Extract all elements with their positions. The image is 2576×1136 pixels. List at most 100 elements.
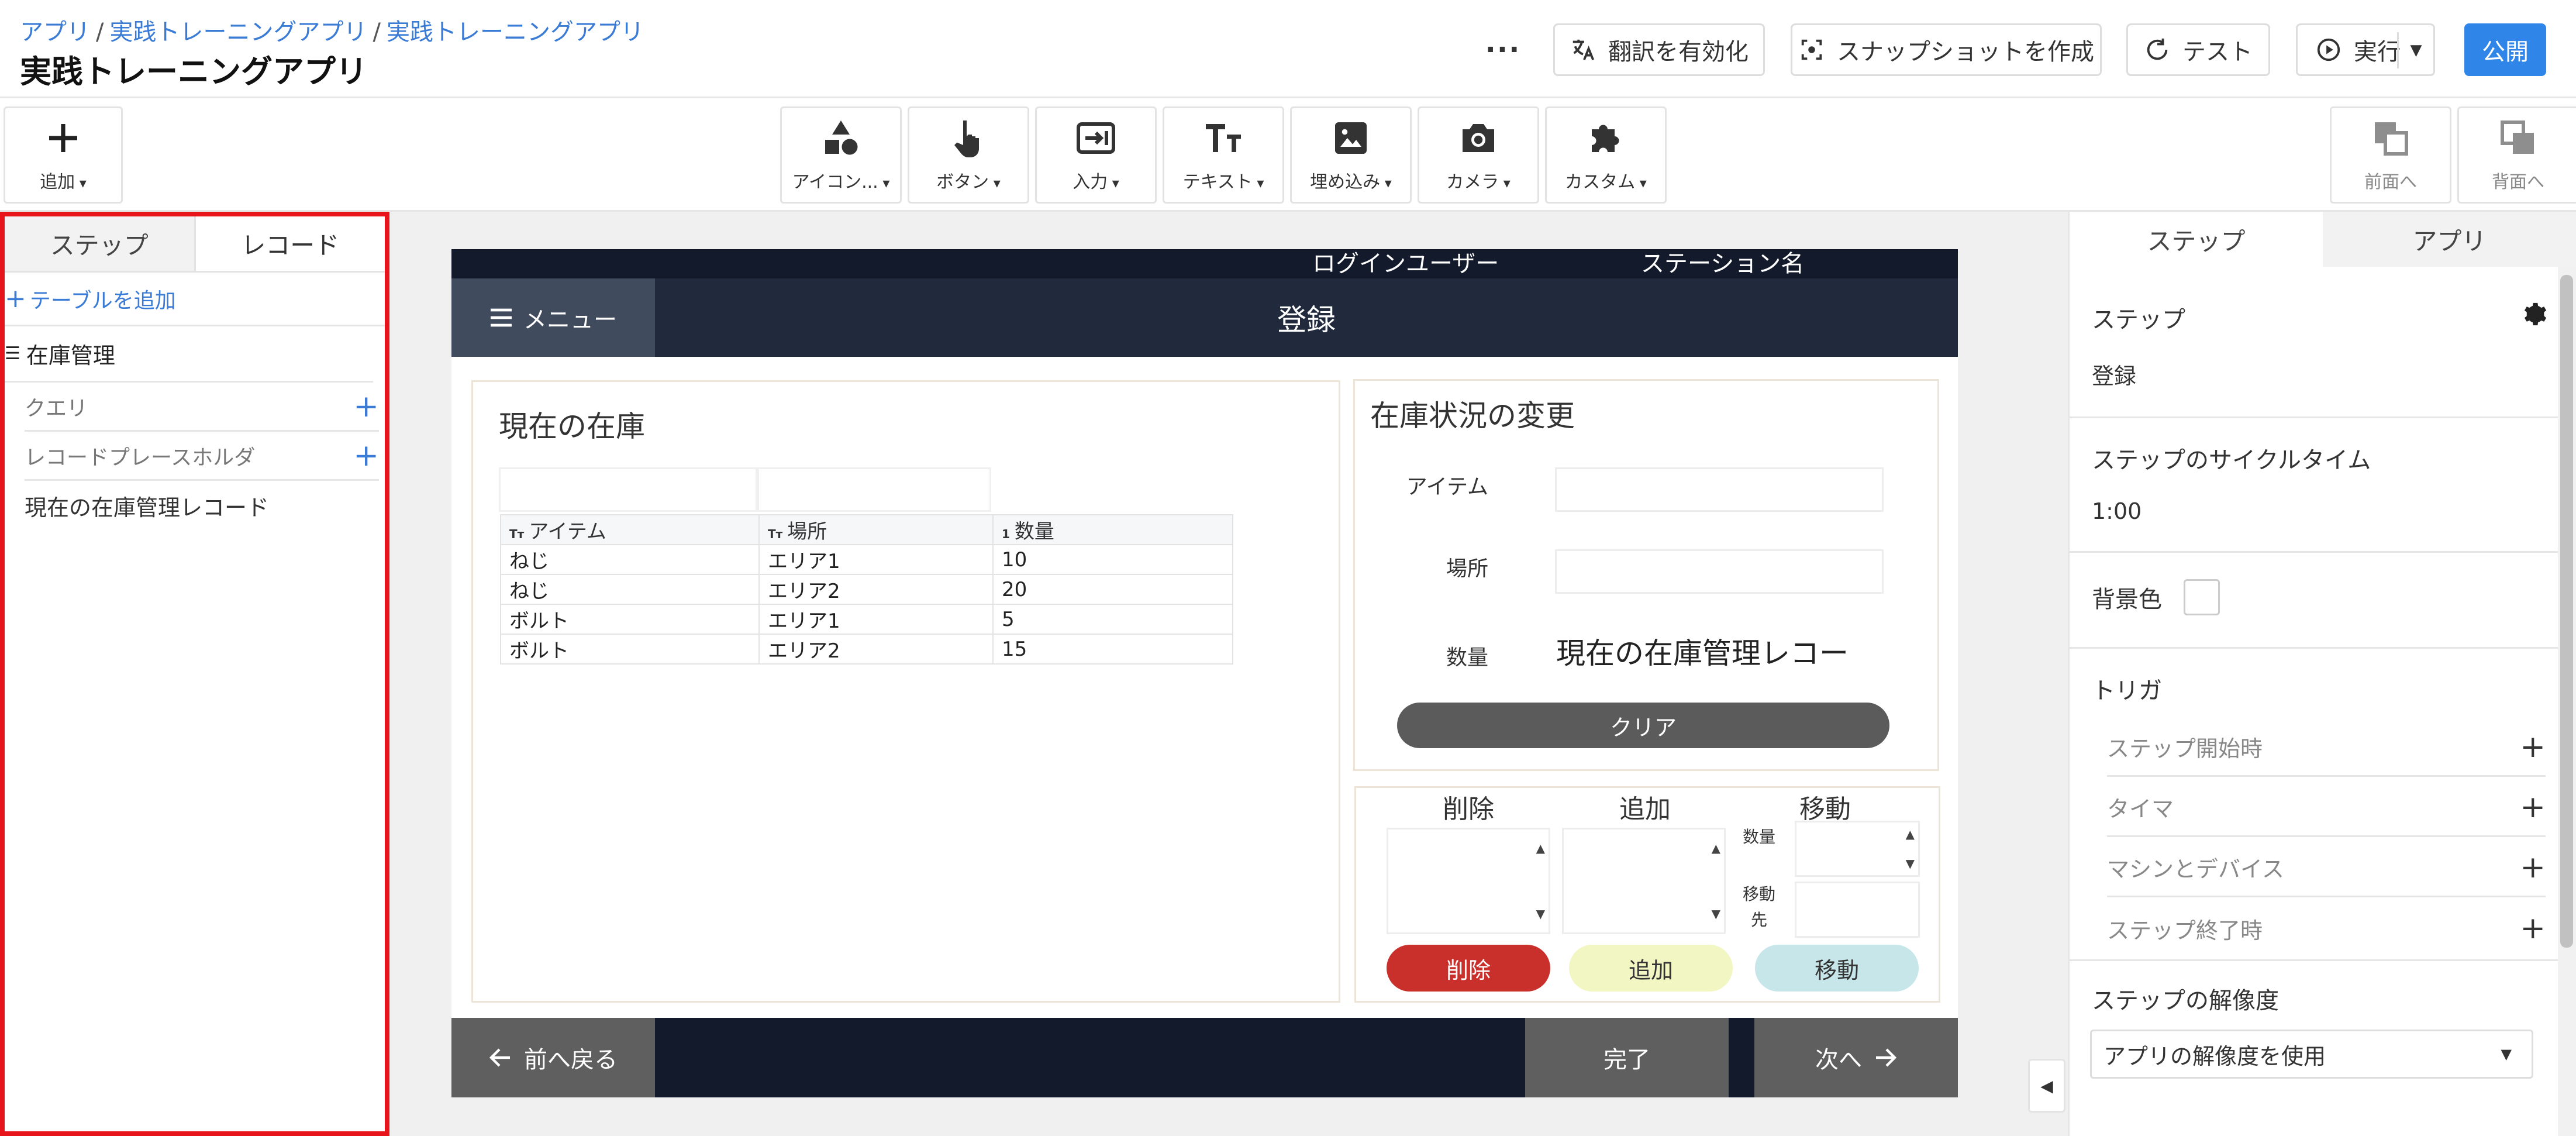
column-header-location[interactable]: Tт 場所	[758, 514, 994, 545]
background-color-swatch[interactable]	[2184, 579, 2220, 615]
move-destination-input[interactable]	[1795, 882, 1920, 938]
trigger-machines-devices[interactable]: マシンとデバイス +	[2107, 839, 2546, 897]
add-quantity-stepper[interactable]: ▲ ▼	[1562, 828, 1726, 934]
trigger-step-end[interactable]: ステップ終了時 +	[2107, 899, 2546, 958]
clear-button[interactable]: クリア	[1397, 703, 1889, 748]
step-name-value[interactable]: 登録	[2092, 358, 2548, 390]
chevron-left-icon: ◀	[2040, 1076, 2053, 1096]
actions-card: 削除 追加 移動 ▲ ▼ ▲ ▼ 数量 ▲ ▼ 移動先 削除 追加 移動	[1354, 786, 1940, 1003]
left-panel-records: ステップ レコード + テーブルを追加 ☰ 在庫管理 クエリ + レコードプレー…	[0, 212, 389, 1136]
send-to-back-button[interactable]: 背面へ	[2457, 106, 2576, 204]
table-row[interactable]: ボルト エリア1 5	[500, 604, 1233, 635]
breadcrumb-item-app-version[interactable]: 実践トレーニングアプリ	[387, 19, 644, 46]
add-step-button[interactable]: 追加	[4, 106, 123, 204]
breadcrumb-item-app[interactable]: 実践トレーニングアプリ	[109, 19, 367, 46]
table-item[interactable]: ☰ 在庫管理	[5, 326, 373, 383]
publish-button[interactable]: 公開	[2464, 23, 2546, 76]
snapshot-icon	[1801, 39, 1822, 60]
input-icon	[1077, 122, 1115, 154]
add-label: 追加	[40, 167, 87, 193]
arrow-right-icon	[1876, 1048, 1897, 1067]
resolution-section: ステップの解像度	[2092, 982, 2548, 1015]
tab-step[interactable]: ステップ	[2070, 212, 2323, 267]
cycle-time-value[interactable]: 1:00	[2092, 498, 2548, 524]
more-options-button[interactable]: ···	[1485, 23, 1520, 76]
move-button[interactable]: 移動	[1755, 945, 1919, 992]
record-placeholder-item[interactable]: 現在の在庫管理レコード	[25, 481, 379, 530]
collapse-panel-button[interactable]: ◀	[2028, 1059, 2065, 1113]
tool-embed-button[interactable]: 埋め込み	[1290, 106, 1412, 204]
publish-label: 公開	[2482, 39, 2529, 66]
step-section: ステップ 登録	[2092, 301, 2548, 390]
create-snapshot-button[interactable]: スナップショットを作成	[1791, 23, 2102, 76]
login-user-label: ログインユーザー	[1312, 250, 1499, 277]
column-header-item[interactable]: Tт アイテム	[500, 514, 760, 545]
stepper-up-icon[interactable]: ▲	[1906, 827, 1915, 841]
add-button[interactable]: 追加	[1569, 945, 1733, 992]
resolution-value: アプリの解像度を使用	[2103, 1043, 2326, 1069]
inventory-table: Tт アイテム Tт 場所 1 数量 ねじ エリア1 10 ねじ エリア2 20 ボルト エリア…	[500, 514, 1233, 665]
tab-records[interactable]: レコード	[194, 216, 385, 271]
bring-front-icon	[2375, 122, 2408, 156]
query-label: クエリ	[25, 396, 88, 421]
done-button[interactable]: 完了	[1525, 1018, 1729, 1097]
resolution-select[interactable]: アプリの解像度を使用 ▼	[2090, 1030, 2533, 1079]
run-dropdown-chevron-icon[interactable]: ▼	[2397, 32, 2433, 68]
test-button[interactable]: テスト	[2126, 23, 2270, 76]
status-bar: ログインユーザー ステーション名	[451, 249, 1958, 278]
stepper-up-icon[interactable]: ▲	[1536, 841, 1545, 855]
next-button[interactable]: 次へ	[1754, 1018, 1958, 1097]
add-placeholder-plus-icon[interactable]: +	[353, 438, 379, 473]
gear-icon[interactable]	[2521, 301, 2548, 328]
back-button[interactable]: 前へ戻る	[451, 1018, 655, 1097]
right-panel-scroll-thumb[interactable]	[2560, 275, 2573, 948]
translate-button[interactable]: 翻訳を有効化	[1553, 23, 1765, 76]
tool-text-button[interactable]: テキスト	[1163, 106, 1284, 204]
chevron-down-icon: ▼	[2501, 1046, 2512, 1062]
bring-to-front-button[interactable]: 前面へ	[2330, 106, 2451, 204]
tab-app[interactable]: アプリ	[2323, 212, 2576, 267]
inventory-title: 現在の在庫	[499, 409, 645, 443]
menu-button[interactable]: メニュー	[451, 278, 655, 357]
plus-icon[interactable]: +	[2520, 911, 2546, 946]
breadcrumb-item-apps[interactable]: アプリ	[20, 19, 90, 46]
table-row[interactable]: ねじ エリア2 20	[500, 574, 1233, 605]
stepper-down-icon[interactable]: ▼	[1712, 907, 1720, 921]
delete-button[interactable]: 削除	[1387, 945, 1550, 992]
plus-icon[interactable]: +	[2520, 790, 2546, 825]
tool-button-button[interactable]: ボタン	[908, 106, 1029, 204]
tool-icon-button[interactable]: アイコン...	[780, 106, 902, 204]
table-header-row: Tт アイテム Tт 場所 1 数量	[500, 514, 1233, 545]
table-name-label: 在庫管理	[26, 343, 115, 369]
filter-location-input[interactable]	[757, 467, 991, 512]
trigger-step-start[interactable]: ステップ開始時 +	[2107, 718, 2546, 777]
record-placeholder-row: レコードプレースホルダ +	[25, 432, 379, 481]
run-button[interactable]: 実行 ▼	[2296, 23, 2435, 76]
plus-icon[interactable]: +	[2520, 850, 2546, 885]
image-icon	[1335, 122, 1367, 154]
column-header-quantity[interactable]: 1 数量	[992, 514, 1233, 545]
trigger-timer[interactable]: タイマ +	[2107, 779, 2546, 837]
divider	[2070, 416, 2561, 418]
stepper-down-icon[interactable]: ▼	[1906, 856, 1915, 870]
stepper-up-icon[interactable]: ▲	[1712, 841, 1720, 855]
add-query-plus-icon[interactable]: +	[353, 389, 379, 424]
camera-icon	[1463, 124, 1494, 152]
table-row[interactable]: ねじ エリア1 10	[500, 544, 1233, 575]
location-input[interactable]	[1555, 549, 1884, 594]
tool-camera-button[interactable]: カメラ	[1418, 106, 1539, 204]
tool-custom-button[interactable]: カスタム	[1545, 106, 1667, 204]
delete-quantity-stepper[interactable]: ▲ ▼	[1387, 828, 1550, 934]
step-preview: ログインユーザー ステーション名 メニュー 登録 現在の在庫 Tт アイテム Tт…	[451, 249, 1958, 1097]
add-table-button[interactable]: + テーブルを追加	[5, 273, 385, 326]
table-row[interactable]: ボルト エリア2 15	[500, 634, 1233, 665]
stepper-down-icon[interactable]: ▼	[1536, 907, 1545, 921]
tool-input-button[interactable]: 入力	[1035, 106, 1157, 204]
query-row: クエリ +	[25, 383, 379, 432]
tab-steps[interactable]: ステップ	[5, 216, 194, 271]
item-input[interactable]	[1555, 467, 1884, 512]
move-quantity-stepper[interactable]: ▲ ▼	[1795, 821, 1920, 877]
filter-item-input[interactable]	[499, 467, 757, 512]
plus-icon[interactable]: +	[2520, 729, 2546, 765]
snapshot-label: スナップショットを作成	[1837, 39, 2094, 66]
